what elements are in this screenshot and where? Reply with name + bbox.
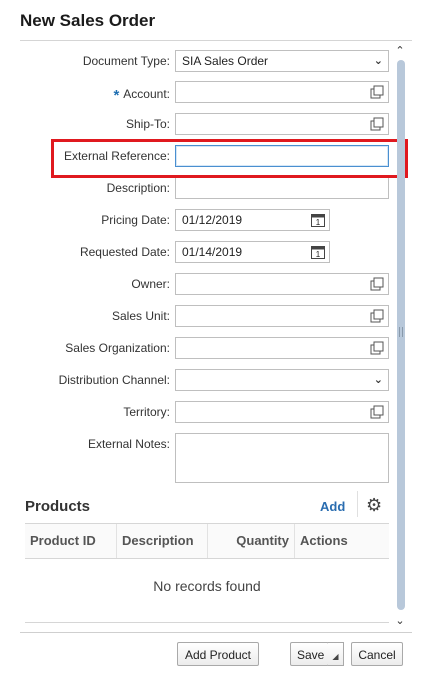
document-type-select[interactable]: SIA Sales Order ⌄ (175, 50, 389, 72)
row-owner: Owner: (20, 273, 410, 297)
table-settings-button[interactable]: ⚙ (357, 491, 389, 517)
sales-organization-label: Sales Organization: (65, 341, 170, 355)
ship-to-input[interactable] (175, 113, 389, 135)
account-input[interactable] (175, 81, 389, 103)
territory-label: Territory: (123, 405, 170, 419)
value-help-icon[interactable] (370, 85, 384, 99)
scrollbar-grip (399, 327, 403, 337)
row-document-type: Document Type: SIA Sales Order ⌄ (20, 50, 410, 74)
add-product-link[interactable]: Add (320, 499, 345, 514)
value-help-icon[interactable] (370, 405, 384, 419)
description-label: Description: (106, 181, 170, 195)
calendar-icon[interactable]: 1 (310, 244, 326, 260)
sales-unit-input[interactable] (175, 305, 389, 327)
external-notes-label: External Notes: (87, 437, 170, 451)
products-table-header: Product ID Description Quantity Actions (25, 523, 389, 559)
row-description: Description: (20, 177, 410, 201)
external-notes-textarea[interactable] (175, 433, 389, 483)
row-external-notes: External Notes: (20, 433, 410, 485)
svg-text:1: 1 (316, 250, 321, 259)
products-header: Products Add ⚙ (25, 491, 389, 519)
caret-icon[interactable]: ◢ (332, 652, 338, 661)
owner-label: Owner: (131, 277, 170, 291)
requested-date-label: Requested Date: (79, 245, 170, 259)
add-product-button[interactable]: Add Product (177, 642, 259, 666)
products-title: Products (25, 498, 91, 515)
column-quantity[interactable]: Quantity (207, 524, 294, 558)
row-distribution-channel: Distribution Channel: ⌄ (20, 369, 410, 393)
value-help-icon[interactable] (370, 309, 384, 323)
document-type-label: Document Type: (82, 54, 170, 68)
scroll-up-icon[interactable]: ⌃ (393, 44, 407, 58)
save-options-button[interactable]: ◢ (328, 642, 344, 666)
account-label: * Account: (113, 87, 170, 104)
svg-text:1: 1 (316, 218, 321, 227)
pricing-date-label: Pricing Date: (101, 213, 170, 227)
column-description[interactable]: Description (116, 524, 207, 558)
table-bottom-divider (25, 622, 389, 623)
highlight-box (51, 139, 408, 178)
column-actions[interactable]: Actions (294, 524, 389, 558)
cancel-button[interactable]: Cancel (351, 642, 403, 666)
calendar-icon[interactable]: 1 (310, 212, 326, 228)
save-button[interactable]: Save (290, 642, 329, 666)
gear-icon[interactable]: ⚙ (366, 495, 382, 516)
row-sales-unit: Sales Unit: (20, 305, 410, 329)
value-help-icon[interactable] (370, 117, 384, 131)
scroll-down-icon[interactable]: ⌄ (393, 614, 407, 628)
row-territory: Territory: (20, 401, 410, 425)
owner-input[interactable] (175, 273, 389, 295)
pricing-date-value: 01/12/2019 (182, 213, 243, 227)
form-scroll-area: Document Type: SIA Sales Order ⌄ * Accoun… (20, 41, 410, 632)
chevron-down-icon[interactable]: ⌄ (374, 370, 383, 390)
requested-date-input[interactable]: 01/14/2019 1 (175, 241, 330, 263)
chevron-down-icon[interactable]: ⌄ (374, 51, 383, 71)
sales-unit-label: Sales Unit: (111, 309, 170, 323)
value-help-icon[interactable] (370, 341, 384, 355)
document-type-value: SIA Sales Order (182, 54, 269, 68)
distribution-channel-label: Distribution Channel: (58, 373, 170, 387)
row-requested-date: Requested Date: 01/14/2019 1 (20, 241, 410, 265)
dialog-title: New Sales Order (20, 11, 156, 30)
column-product-id[interactable]: Product ID (25, 524, 116, 558)
footer-divider (20, 632, 412, 633)
vertical-scrollbar[interactable]: ⌃ ⌄ (393, 44, 407, 628)
value-help-icon[interactable] (370, 277, 384, 291)
row-ship-to: Ship-To: (20, 113, 410, 137)
pricing-date-input[interactable]: 01/12/2019 1 (175, 209, 330, 231)
territory-input[interactable] (175, 401, 389, 423)
distribution-channel-select[interactable]: ⌄ (175, 369, 389, 391)
empty-table-message: No records found (153, 578, 261, 594)
row-account: * Account: (20, 81, 410, 105)
ship-to-label: Ship-To: (125, 117, 170, 131)
requested-date-value: 01/14/2019 (182, 245, 243, 259)
description-input[interactable] (175, 177, 389, 199)
row-sales-organization: Sales Organization: (20, 337, 410, 361)
required-asterisk: * (113, 87, 120, 104)
sales-organization-input[interactable] (175, 337, 389, 359)
row-pricing-date: Pricing Date: 01/12/2019 1 (20, 209, 410, 233)
